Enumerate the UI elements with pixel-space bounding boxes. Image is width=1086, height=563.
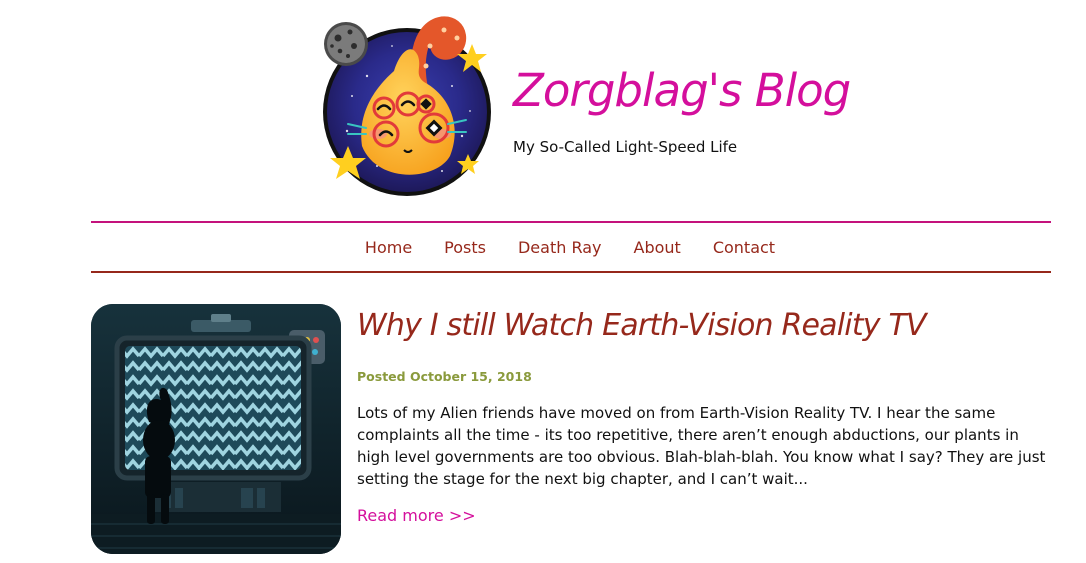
nav-list: Home Posts Death Ray About Contact [89,223,1051,271]
post-date: Posted October 15, 2018 [357,369,532,384]
alien-blob-logo-icon[interactable] [322,16,492,196]
blog-tagline: My So-Called Light-Speed Life [513,138,738,156]
read-more-link[interactable]: Read more >> [357,506,476,525]
main-nav: Home Posts Death Ray About Contact [91,221,1051,273]
page: Zorgblag's Blog My So-Called Light-Speed… [0,0,1086,563]
post-title[interactable]: Why I still Watch Earth-Vision Reality T… [357,308,927,344]
nav-item-posts[interactable]: Posts [428,238,502,257]
post-excerpt: Lots of my Alien friends have moved on f… [357,404,1046,488]
blog-title[interactable]: Zorgblag's Blog [513,68,851,113]
nav-item-death-ray[interactable]: Death Ray [502,238,618,257]
post-thumbnail-image[interactable] [91,304,341,554]
nav-item-home[interactable]: Home [349,238,428,257]
nav-item-contact[interactable]: Contact [697,238,791,257]
nav-item-about[interactable]: About [618,238,697,257]
